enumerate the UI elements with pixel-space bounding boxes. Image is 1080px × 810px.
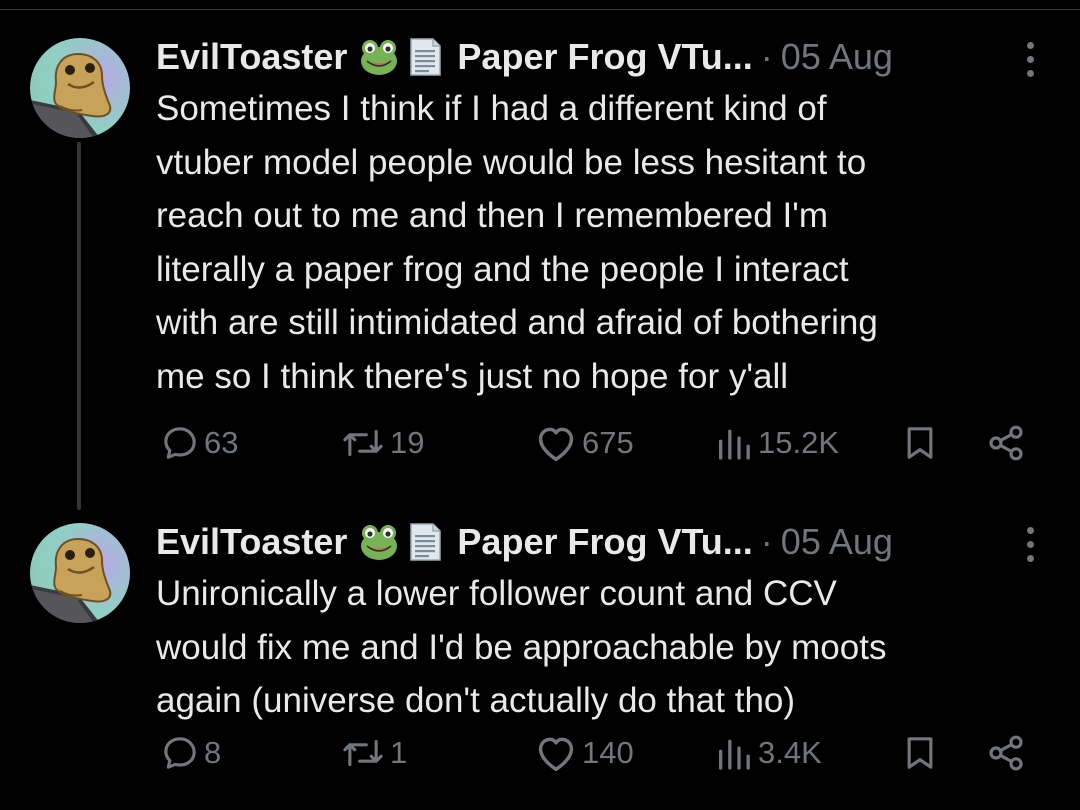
- bookmark-icon: [907, 427, 933, 459]
- bookmark-button[interactable]: [900, 421, 940, 465]
- repost-icon: [343, 429, 383, 457]
- paper-frog-avatar-image: [30, 52, 112, 138]
- views-button[interactable]: 15.2K: [714, 421, 839, 465]
- view-count: 15.2K: [758, 425, 840, 460]
- repost-count: 1: [390, 735, 408, 770]
- share-button[interactable]: [984, 421, 1028, 465]
- tweet-text: Sometimes I think if I had a different k…: [156, 89, 878, 396]
- paper-frog-avatar-image: [30, 537, 112, 623]
- reply-button[interactable]: 63: [160, 421, 238, 465]
- avatar[interactable]: [30, 38, 130, 138]
- views-chart-icon: [719, 429, 750, 460]
- reply-count: 8: [204, 735, 222, 770]
- more-options-icon[interactable]: [1022, 527, 1038, 563]
- like-button[interactable]: 675: [534, 421, 634, 465]
- like-button[interactable]: 140: [534, 731, 634, 775]
- reply-button[interactable]: 8: [160, 731, 221, 775]
- tweet-header: EvilToaster Paper Frog VTu... · 05 Aug: [156, 517, 893, 567]
- tweet-text: Unironically a lower follower count and …: [156, 574, 887, 720]
- reply-icon: [164, 737, 196, 769]
- more-options-icon[interactable]: [1022, 42, 1038, 78]
- like-count: 140: [582, 735, 634, 770]
- author-name-suffix[interactable]: Paper Frog VTu...: [457, 32, 752, 82]
- frog-face-emoji: [359, 522, 399, 562]
- author-name-suffix[interactable]: Paper Frog VTu...: [457, 517, 752, 567]
- heart-icon: [538, 737, 574, 772]
- page-facing-up-emoji: [405, 37, 445, 77]
- heart-icon: [538, 427, 574, 462]
- share-button[interactable]: [984, 731, 1028, 775]
- top-divider: [0, 9, 1080, 10]
- bookmark-button[interactable]: [900, 731, 940, 775]
- repost-icon: [343, 739, 383, 767]
- tweet-header: EvilToaster Paper Frog VTu... · 05 Aug: [156, 32, 893, 82]
- tweet-date[interactable]: 05 Aug: [781, 517, 893, 567]
- reply-icon: [164, 427, 196, 459]
- header-separator: ·: [760, 36, 773, 77]
- tweet-actions: 63 19 675 15.2K: [0, 421, 1080, 465]
- tweet-actions: 8 1 140 3.4K: [0, 731, 1080, 775]
- bookmark-icon: [907, 737, 933, 769]
- repost-button[interactable]: 1: [340, 731, 407, 775]
- like-count: 675: [582, 425, 634, 460]
- view-count: 3.4K: [758, 735, 822, 770]
- reply-count: 63: [204, 425, 239, 460]
- avatar[interactable]: [30, 523, 130, 623]
- frog-face-emoji: [359, 37, 399, 77]
- tweet-date[interactable]: 05 Aug: [781, 32, 893, 82]
- views-button[interactable]: 3.4K: [714, 731, 822, 775]
- page-facing-up-emoji: [405, 522, 445, 562]
- repost-button[interactable]: 19: [340, 421, 424, 465]
- share-icon: [989, 425, 1023, 461]
- share-icon: [989, 735, 1023, 771]
- author-display-name[interactable]: EvilToaster: [156, 517, 347, 567]
- header-separator: ·: [760, 521, 773, 562]
- views-chart-icon: [719, 739, 750, 770]
- repost-count: 19: [390, 425, 425, 460]
- author-display-name[interactable]: EvilToaster: [156, 32, 347, 82]
